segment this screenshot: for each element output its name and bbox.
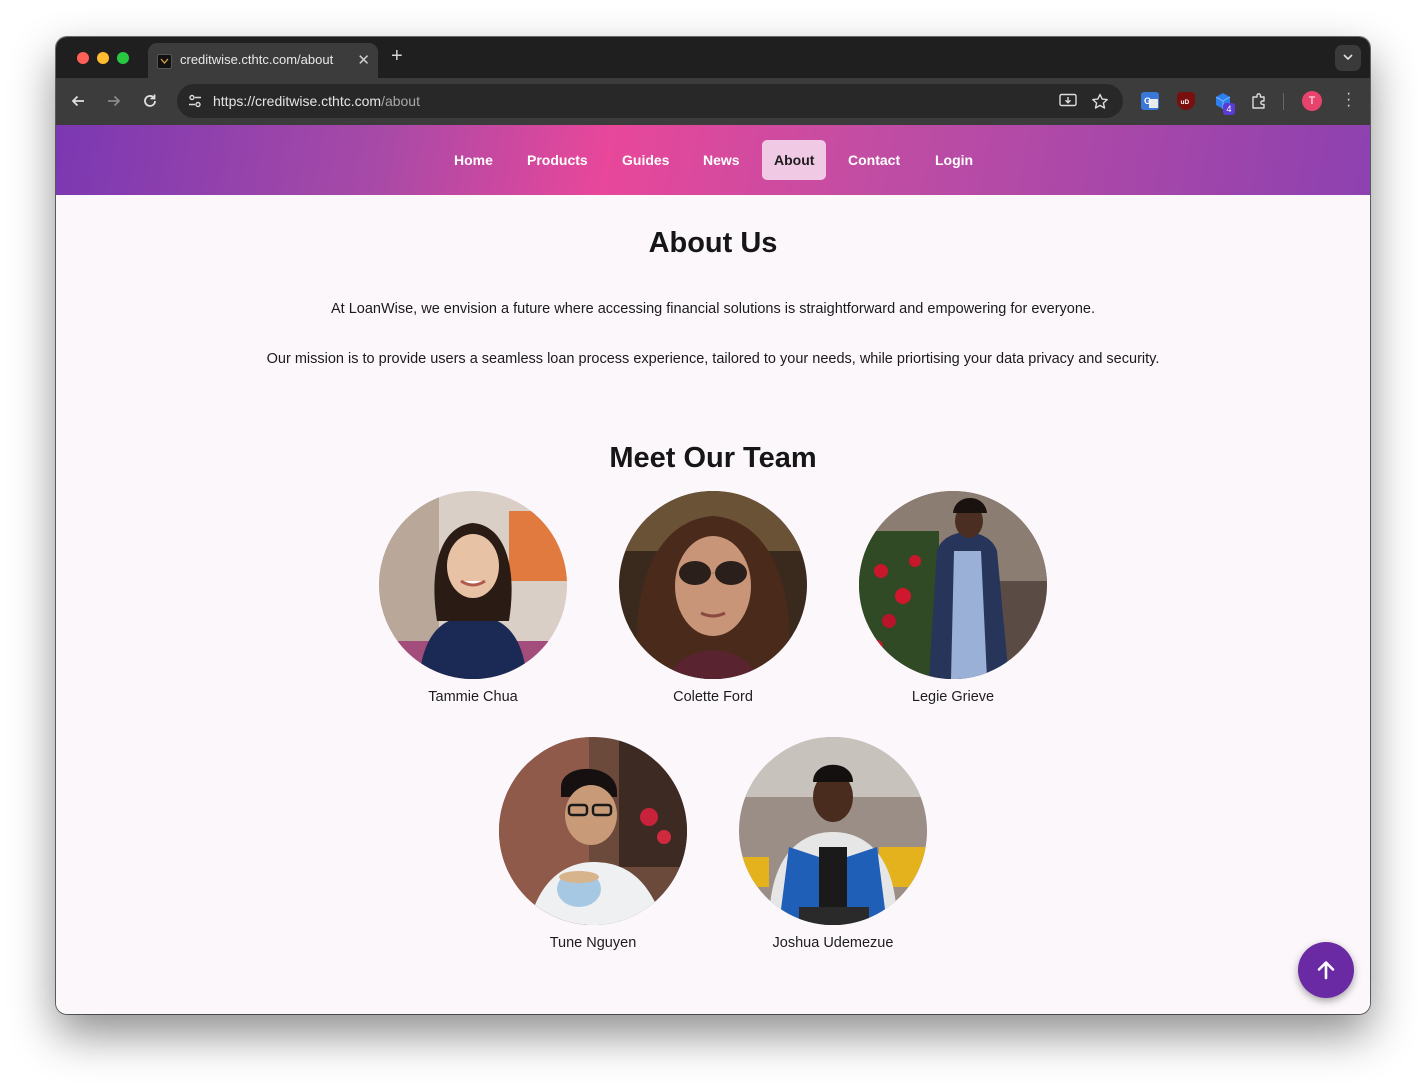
browser-window: creditwise.cthtc.com/about ✕ + https://c…	[56, 37, 1370, 1014]
reload-icon[interactable]	[141, 92, 159, 110]
team-heading: Meet Our Team	[609, 442, 817, 474]
team-member-photo	[499, 737, 687, 925]
install-app-icon[interactable]	[1059, 93, 1077, 109]
svg-text:uD: uD	[1181, 99, 1190, 106]
close-window-button[interactable]	[77, 52, 89, 64]
team-member-photo	[739, 737, 927, 925]
tab-strip: creditwise.cthtc.com/about ✕ +	[56, 37, 1370, 78]
team-member-name: Legie Grieve	[911, 689, 995, 705]
team-member-photo	[379, 491, 567, 679]
team-member-name: Joshua Udemezue	[772, 935, 894, 951]
browser-toolbar: https://creditwise.cthtc.com/about G uD …	[56, 78, 1370, 125]
team-member-name: Colette Ford	[673, 689, 753, 705]
team-member-card: Joshua Udemezue	[739, 737, 927, 951]
about-heading: About Us	[648, 227, 778, 259]
tab-close-icon[interactable]: ✕	[357, 51, 370, 69]
site-favicon-icon	[157, 54, 172, 69]
nav-news-link[interactable]: News	[691, 140, 752, 180]
more-menu-icon[interactable]: · · ·	[1346, 86, 1351, 114]
team-member-name: Tune Nguyen	[549, 935, 637, 951]
team-member-card: Colette Ford	[619, 491, 807, 705]
page-content: Home Products Guides News About Contact …	[56, 125, 1370, 1014]
bookmark-star-icon[interactable]	[1091, 93, 1109, 110]
minimize-window-button[interactable]	[97, 52, 109, 64]
nav-login-link[interactable]: Login	[923, 140, 985, 180]
nav-guides-link[interactable]: Guides	[610, 140, 681, 180]
back-arrow-icon[interactable]	[69, 92, 87, 110]
extension-badge: 4	[1223, 103, 1235, 115]
team-member-card: Tune Nguyen	[499, 737, 687, 951]
team-member-photo	[859, 491, 1047, 679]
browser-tab[interactable]: creditwise.cthtc.com/about ✕	[148, 43, 378, 78]
team-member-name: Tammie Chua	[428, 689, 518, 705]
scroll-to-top-button[interactable]	[1298, 942, 1354, 998]
extensions-puzzle-icon[interactable]	[1250, 92, 1268, 110]
nav-products-link[interactable]: Products	[515, 140, 600, 180]
forward-arrow-icon[interactable]	[105, 92, 123, 110]
nav-home-link[interactable]: Home	[442, 140, 505, 180]
arrow-up-icon	[1317, 961, 1335, 980]
url-path: /about	[381, 93, 420, 109]
ublock-extension-icon[interactable]: uD	[1177, 92, 1195, 110]
maximize-window-button[interactable]	[117, 52, 129, 64]
mission-paragraph: Our mission is to provide users a seamle…	[266, 351, 1160, 367]
nav-about-link[interactable]: About	[762, 140, 827, 180]
svg-text:G: G	[1144, 96, 1151, 106]
tab-title: creditwise.cthtc.com/about	[180, 52, 334, 67]
translate-extension-icon[interactable]: G	[1141, 92, 1159, 110]
team-member-card: Tammie Chua	[379, 491, 567, 705]
url-host: https://creditwise.cthtc.com	[213, 93, 382, 109]
new-tab-button[interactable]: +	[391, 45, 403, 68]
toolbar-separator	[1283, 93, 1284, 110]
address-bar[interactable]: https://creditwise.cthtc.com/about	[177, 84, 1123, 118]
site-settings-icon[interactable]	[187, 93, 203, 109]
url-text: https://creditwise.cthtc.com/about	[213, 93, 420, 109]
tab-search-button[interactable]	[1335, 45, 1361, 71]
profile-avatar[interactable]: T	[1302, 91, 1322, 111]
vision-paragraph: At LoanWise, we envision a future where …	[330, 301, 1096, 317]
nav-contact-link[interactable]: Contact	[836, 140, 912, 180]
team-member-card: Legie Grieve	[859, 491, 1047, 705]
team-member-photo	[619, 491, 807, 679]
main-navigation: Home Products Guides News About Contact …	[56, 125, 1370, 195]
